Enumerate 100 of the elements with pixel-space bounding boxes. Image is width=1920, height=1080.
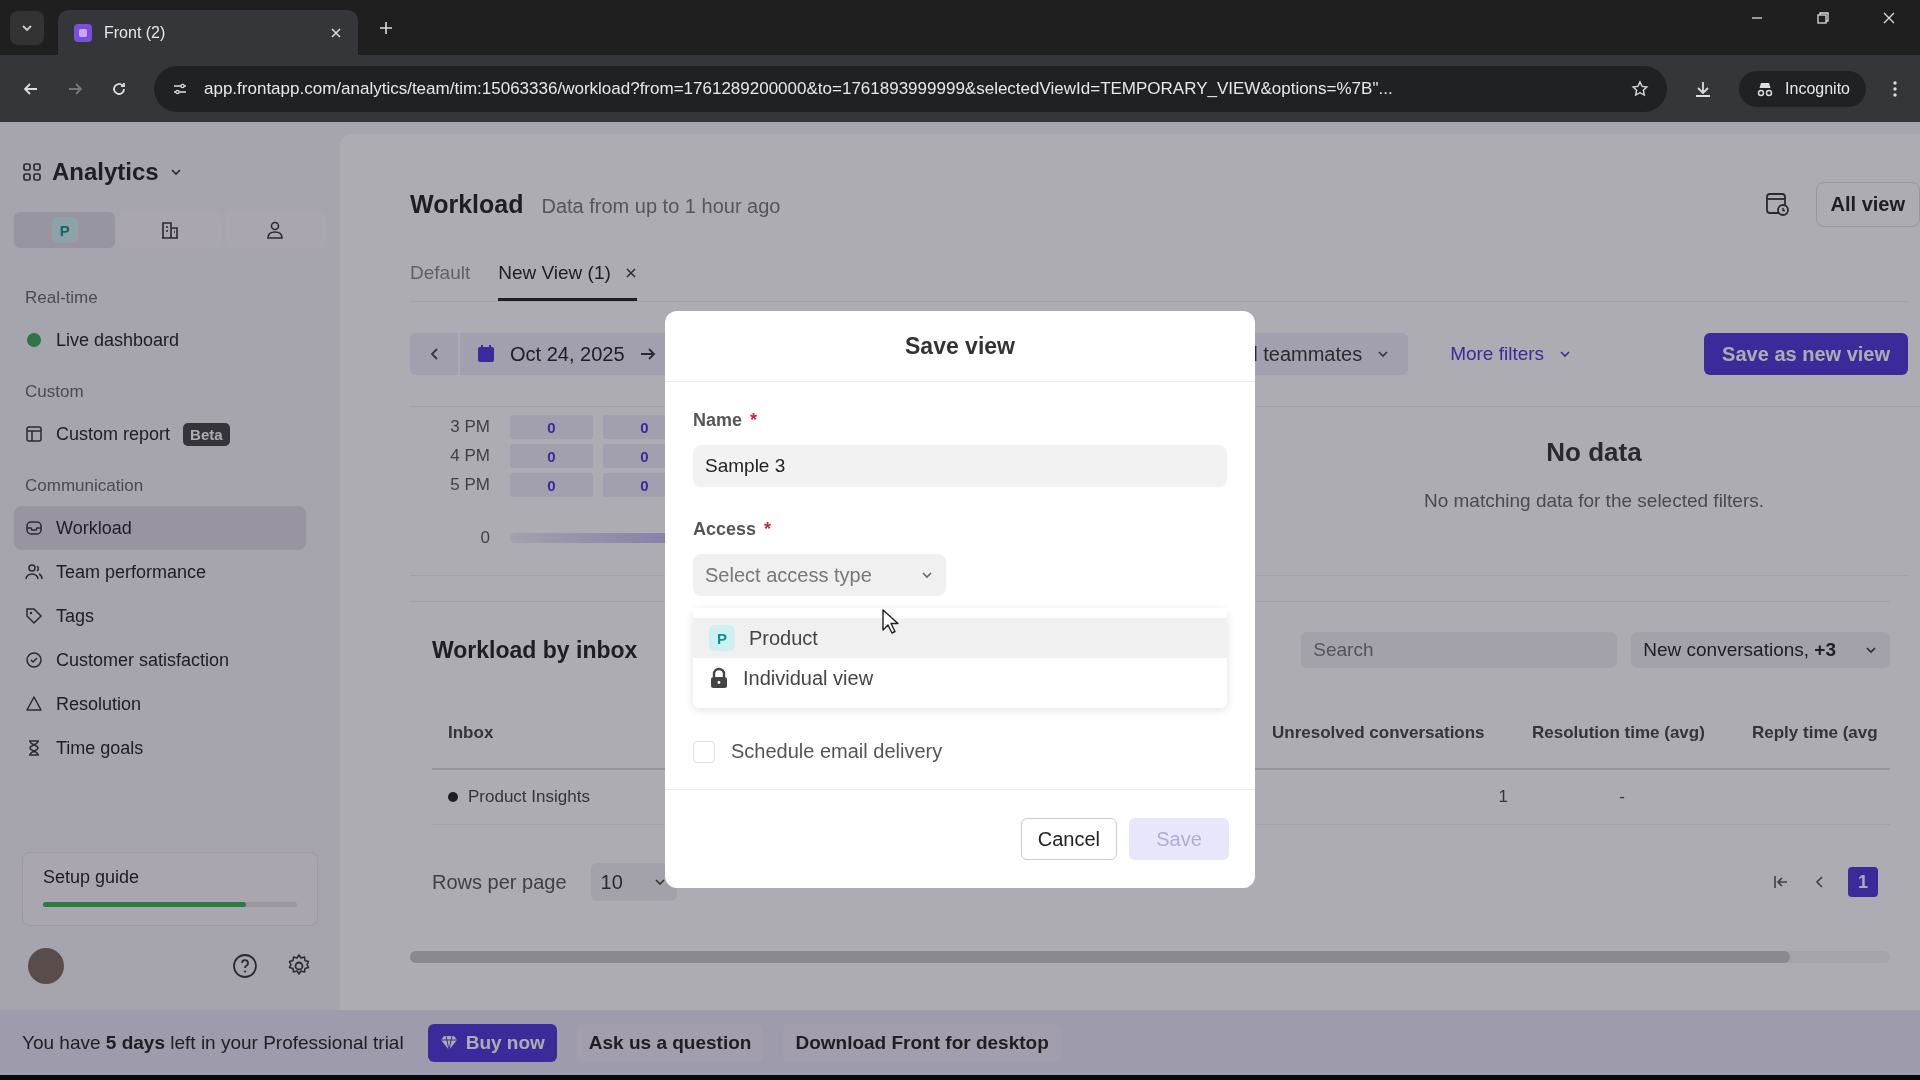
nav-label: Live dashboard	[56, 329, 180, 351]
nav-label: Time goals	[56, 737, 144, 759]
horizontal-scrollbar[interactable]	[410, 951, 1890, 963]
calendar-clock-icon[interactable]	[1763, 191, 1790, 217]
view-tab-label: Default	[410, 262, 471, 284]
team-avatar: P	[709, 625, 735, 651]
option-label: Individual view	[743, 666, 874, 690]
close-icon[interactable]	[624, 267, 637, 279]
nav-label: Tags	[56, 605, 95, 627]
option-label: Product	[749, 626, 818, 650]
grid-icon	[22, 162, 42, 182]
page-subtitle: Data from up to 1 hour ago	[541, 194, 781, 218]
checkbox[interactable]	[693, 740, 715, 763]
nav-item[interactable]: Live dashboard	[14, 318, 306, 362]
cancel-button[interactable]: Cancel	[1020, 818, 1117, 860]
all-views-button[interactable]: All view	[1815, 181, 1920, 227]
address-bar[interactable]: app.frontapp.com/analytics/team/tim:15063336/workload?from=1761289200000&to=1761893999999&selectedViewId=TEMPORARY_VIEW&options=%7B"...	[154, 65, 1668, 112]
ask-question-button[interactable]: Ask us a question	[576, 1023, 764, 1062]
nav-label: Resolution	[56, 693, 142, 715]
metrics-dropdown[interactable]: New conversations, +3	[1631, 632, 1890, 668]
hour-label: 4 PM	[449, 446, 490, 466]
more-filters-button[interactable]: More filters	[1444, 342, 1579, 366]
nav-label: Workload	[56, 517, 132, 539]
nav-item[interactable]: Custom report Beta	[14, 412, 306, 456]
required-mark: *	[750, 410, 758, 431]
nav-item[interactable]: Team performance	[14, 550, 306, 594]
name-input[interactable]: Sample 3	[693, 445, 1227, 487]
page-title: Workload	[410, 189, 524, 219]
lock-icon	[709, 667, 729, 689]
triangle-icon	[25, 695, 43, 713]
empty-state-title: No data	[1546, 437, 1642, 468]
column-header: Inbox	[447, 723, 495, 743]
dialog-title: Save view	[905, 332, 1015, 360]
column-header: Unresolved conversations	[1272, 723, 1486, 743]
inbox-icon	[25, 519, 43, 537]
mouse-pointer-icon	[882, 609, 900, 635]
nav-item[interactable]: Time goals	[14, 726, 306, 770]
user-avatar[interactable]	[28, 948, 64, 984]
rows-per-page-label: Rows per page	[432, 870, 567, 894]
tab-list-button[interactable]	[10, 10, 44, 45]
heatmap-cell: 0	[510, 473, 593, 497]
chevron-left-icon	[429, 347, 439, 361]
first-page-icon[interactable]	[1772, 873, 1790, 891]
rows-per-page-select[interactable]: 10	[590, 863, 677, 901]
badge-check-icon	[25, 651, 43, 669]
save-as-new-view-button[interactable]: Save as new view	[1704, 333, 1908, 375]
hour-label: 3 PM	[449, 417, 490, 437]
live-status-dot	[27, 333, 41, 347]
buy-now-button[interactable]: Buy now	[427, 1023, 557, 1062]
heatmap-cell: 0	[510, 415, 593, 439]
nav-section-heading: Custom	[24, 381, 85, 403]
field-label: Name	[693, 410, 743, 431]
person-icon	[265, 220, 286, 240]
menu-option[interactable]: P Product	[693, 618, 1227, 658]
search-field[interactable]: Search	[1301, 632, 1618, 668]
checkbox-label: Schedule email delivery	[731, 740, 943, 763]
profile-label: Incognito	[1785, 79, 1850, 98]
more-icon[interactable]	[1892, 79, 1898, 98]
nav-item[interactable]: Tags	[14, 594, 306, 638]
section-title[interactable]: Analytics	[52, 158, 159, 186]
incognito-indicator[interactable]: Incognito	[1739, 70, 1866, 107]
table-cell-text: 1	[1497, 787, 1509, 807]
hour-label: 5 PM	[449, 475, 490, 495]
people-icon	[25, 563, 43, 581]
setup-guide-card[interactable]: Setup guide	[22, 852, 318, 926]
nav-item[interactable]: Workload	[14, 506, 306, 550]
column-header: Resolution time (avg)	[1532, 723, 1706, 743]
nav-section-heading: Communication	[24, 475, 145, 497]
nav-section-heading: Real-time	[24, 287, 99, 309]
access-type-select[interactable]: Select access type	[693, 554, 946, 596]
nav-item[interactable]: Resolution	[14, 682, 306, 726]
nav-label: Team performance	[56, 561, 207, 583]
required-mark: *	[764, 519, 772, 540]
restore-icon[interactable]	[1816, 10, 1830, 25]
nav-item[interactable]: Customer satisfaction	[14, 638, 306, 682]
download-desktop-button[interactable]: Download Front for desktop	[783, 1023, 1061, 1062]
arrow-right-icon	[638, 346, 657, 362]
column-header: Reply time (avg	[1752, 723, 1879, 743]
browser-tab[interactable]: Front (2)	[58, 10, 358, 55]
team-avatar: P	[51, 217, 78, 243]
page-button[interactable]: 1	[1848, 867, 1878, 897]
trial-message: You have 5 days left in your Professional trial	[22, 1031, 404, 1054]
close-icon[interactable]	[330, 26, 342, 39]
url-text: app.frontapp.com/analytics/team/tim:15063336/workload?from=1761289200000&to=1761893999999&selectedViewId=TEMPORARY_VIEW&options=%7B"...	[204, 78, 1394, 99]
legend-min-label: 0	[479, 528, 490, 548]
menu-option[interactable]: Individual view	[693, 658, 1227, 698]
setup-guide-label: Setup guide	[43, 867, 141, 888]
app-logo-icon	[74, 23, 92, 42]
view-tab-label: New View (1)	[498, 262, 611, 284]
new-tab-icon[interactable]	[378, 19, 394, 36]
diamond-icon	[439, 1034, 458, 1051]
calendar-icon	[476, 344, 496, 364]
building-icon	[160, 220, 180, 240]
nav-label: Custom report	[56, 423, 171, 445]
bookmark-star-icon[interactable]	[1631, 79, 1650, 98]
tag-icon	[25, 607, 43, 625]
heatmap-cell: 0	[510, 444, 593, 468]
help-icon[interactable]	[232, 953, 258, 979]
view-tab[interactable]: New View (1)	[498, 248, 637, 301]
close-icon[interactable]	[1882, 10, 1896, 25]
